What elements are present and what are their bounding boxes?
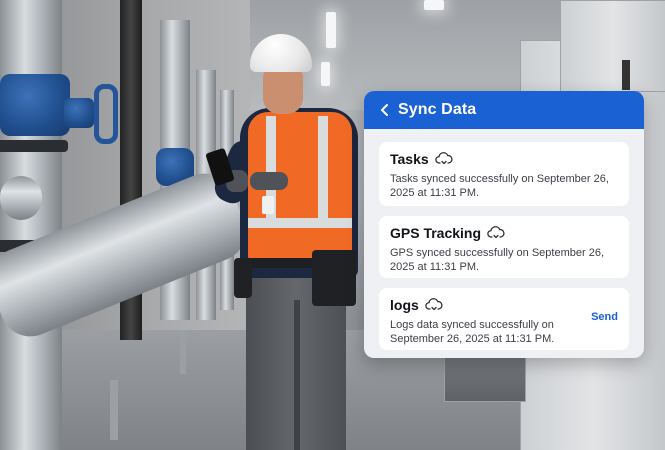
tool-pouch xyxy=(234,258,252,298)
cabinet-latch xyxy=(622,60,630,90)
cloud-sync-icon xyxy=(434,152,453,166)
blue-valve xyxy=(0,74,70,136)
sync-item-gps-tracking: GPS Tracking GPS synced successfully on … xyxy=(379,216,629,278)
blue-valve xyxy=(64,98,94,128)
pipe-elbow xyxy=(0,176,42,220)
sync-data-panel: Sync Data Tasks Tasks synced successfull… xyxy=(364,91,644,358)
panel-title: Sync Data xyxy=(398,101,477,118)
ceiling-light xyxy=(424,0,444,10)
worker-head xyxy=(263,66,303,114)
sync-item-list: Tasks Tasks synced successfully on Septe… xyxy=(364,129,644,350)
pipe-stand xyxy=(110,380,118,440)
cloud-sync-icon xyxy=(487,226,505,240)
sync-item-tasks: Tasks Tasks synced successfully on Septe… xyxy=(379,142,629,206)
sync-item-title: GPS Tracking xyxy=(390,225,482,241)
sync-item-description: GPS synced successfully on September 26,… xyxy=(390,247,604,273)
ceiling-light xyxy=(326,12,336,48)
chevron-left-icon[interactable] xyxy=(376,101,394,119)
sync-item-title: Tasks xyxy=(390,151,429,167)
vertical-pipe xyxy=(0,0,62,450)
valve-handwheel xyxy=(94,84,118,144)
sync-item-title: logs xyxy=(390,297,419,313)
sync-item-description: Logs data synced successfully on Septemb… xyxy=(390,319,555,345)
pipe-flange xyxy=(0,140,68,152)
pipe-stand xyxy=(180,330,186,374)
id-badge xyxy=(262,196,274,214)
cloud-sync-icon xyxy=(425,298,443,312)
sync-item-description: Tasks synced successfully on September 2… xyxy=(390,173,609,199)
sync-item-logs: logs Logs data synced successfully on Se… xyxy=(379,288,629,350)
vest-stripe xyxy=(248,218,352,228)
pants-gap xyxy=(294,300,300,450)
tool-pouch xyxy=(312,250,356,306)
send-logs-button[interactable]: Send xyxy=(591,311,618,323)
vest-stripe xyxy=(318,116,328,226)
worker-glove xyxy=(250,172,288,190)
ceiling-light xyxy=(321,62,330,86)
panel-header: Sync Data xyxy=(364,91,644,129)
electrical-cabinet xyxy=(560,0,665,92)
